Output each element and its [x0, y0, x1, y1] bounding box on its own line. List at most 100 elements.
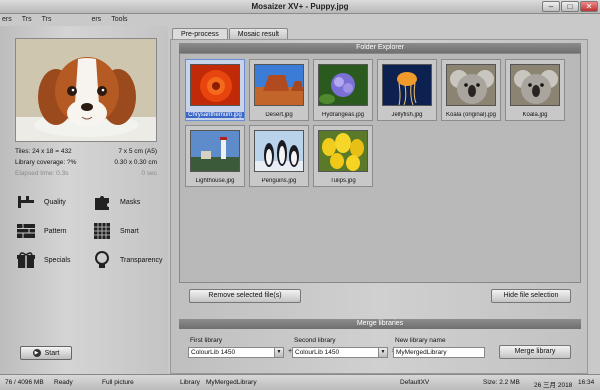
menu-item-3[interactable]: Trs: [42, 14, 52, 26]
title-bar: Mosaizer XV+ - Puppy.jpg – □ ✕: [0, 0, 600, 14]
remove-selected-files-button[interactable]: Remove selected file(s): [189, 289, 301, 303]
quality-icon: [18, 196, 34, 208]
file-label: Chrysanthemum.jpg: [186, 112, 244, 118]
quality-tool[interactable]: Quality: [16, 192, 66, 212]
file-thumb-koala-original[interactable]: Koala (original).jpg: [441, 59, 501, 121]
file-label: Koala (original).jpg: [445, 112, 497, 118]
status-profile: DefaultXV: [400, 379, 430, 386]
puppy-preview-image: [15, 38, 157, 142]
elapsed-value: 0 sec: [141, 170, 157, 177]
menu-item-4[interactable]: ers: [91, 14, 101, 26]
file-label: Jellyfish.jpg: [391, 112, 423, 118]
folder-explorer-title: Folder Explorer: [179, 43, 581, 53]
transparency-label: Transparency: [120, 256, 163, 264]
window-title: Mosaizer XV+ - Puppy.jpg: [251, 2, 349, 11]
elapsed-label: Elapsed time: 0.3s: [15, 170, 69, 177]
merge-library-button[interactable]: Merge library: [499, 345, 571, 359]
file-thumb-jellyfish[interactable]: Jellyfish.jpg: [377, 59, 437, 121]
file-thumb-hydrangeas[interactable]: Hydrangeas.jpg: [313, 59, 373, 121]
pattern-label: Pattern: [44, 227, 67, 235]
second-library-label: Second library: [294, 337, 336, 344]
desert-thumbnail: [254, 64, 304, 106]
lightbulb-icon: [95, 251, 109, 268]
file-label: Tulips.jpg: [330, 178, 356, 184]
minimize-button[interactable]: –: [542, 1, 560, 12]
status-date: 26 三月 2018: [534, 382, 573, 389]
first-library-select[interactable]: ColourLib 1450 ▼: [188, 347, 284, 358]
window-controls: – □ ✕: [542, 1, 598, 12]
pattern-tool[interactable]: Pattern: [16, 221, 67, 241]
merge-libraries-title: Merge libraries: [179, 319, 581, 329]
file-thumb-lighthouse[interactable]: Lighthouse.jpg: [185, 125, 245, 187]
masks-label: Masks: [120, 198, 141, 206]
file-thumb-tulips[interactable]: Tulips.jpg: [313, 125, 373, 187]
tab-pre-process[interactable]: Pre-process: [172, 28, 228, 39]
grid-icon: [94, 223, 110, 239]
status-library-label: Library: [180, 379, 200, 386]
penguins-thumbnail: [254, 130, 304, 172]
file-thumb-desert[interactable]: Desert.jpg: [249, 59, 309, 121]
menu-item-2[interactable]: Trs: [22, 14, 32, 26]
right-panel: Folder Explorer Chrysanthemum.jpg Desert…: [170, 39, 588, 374]
koala-thumbnail: [446, 64, 496, 106]
file-thumb-penguins[interactable]: Penguins.jpg: [249, 125, 309, 187]
brick-pattern-icon: [17, 224, 35, 238]
tulips-thumbnail: [318, 130, 368, 172]
tiles-info: Tiles: 24 x 18 = 432 7 x 5 cm (A5): [15, 148, 157, 155]
hide-file-selection-button[interactable]: Hide file selection: [491, 289, 571, 303]
lighthouse-thumbnail: [190, 130, 240, 172]
library-coverage: Library coverage: ?%: [15, 159, 77, 166]
status-time: 16:34: [578, 379, 595, 386]
file-thumb-koala[interactable]: Koala.jpg: [505, 59, 565, 121]
new-library-name-label: New library name: [395, 337, 446, 344]
first-library-value: ColourLib 1450: [191, 349, 236, 356]
menu-item-tools[interactable]: Tools: [111, 14, 127, 26]
start-button[interactable]: ▶ Start: [20, 346, 72, 360]
new-library-name-input[interactable]: MyMergedLibrary: [393, 347, 485, 358]
coverage-info: Library coverage: ?% 0.30 x 0.30 cm: [15, 159, 157, 166]
status-view: Full picture: [102, 379, 134, 386]
merge-libraries-panel: First library ColourLib 1450 ▼ + Second …: [179, 329, 581, 371]
second-library-value: ColourLib 1450: [295, 349, 340, 356]
file-label: Hydrangeas.jpg: [321, 112, 365, 118]
status-size: Size: 2.2 MB: [483, 379, 520, 386]
tiles-count: Tiles: 24 x 18 = 432: [15, 148, 72, 155]
left-panel: Tiles: 24 x 18 = 432 7 x 5 cm (A5) Libra…: [0, 26, 168, 374]
tiles-size: 7 x 5 cm (A5): [118, 148, 157, 155]
close-button[interactable]: ✕: [580, 1, 598, 12]
second-library-select[interactable]: ColourLib 1450 ▼: [292, 347, 388, 358]
smart-label: Smart: [120, 227, 139, 235]
status-memory: 76 / 4096 MB: [5, 379, 44, 386]
maximize-button[interactable]: □: [561, 1, 579, 12]
view-tabs: Pre-process Mosaic result: [172, 28, 288, 39]
status-bar: 76 / 4096 MB Ready Full picture Library …: [0, 374, 600, 390]
gift-icon: [17, 252, 35, 268]
chevron-down-icon: ▼: [274, 348, 283, 357]
smart-tool[interactable]: Smart: [92, 221, 139, 241]
file-thumb-chrysanthemum[interactable]: Chrysanthemum.jpg: [185, 59, 245, 121]
file-label: Penguins.jpg: [261, 178, 297, 184]
folder-explorer[interactable]: Chrysanthemum.jpg Desert.jpg Hydrangeas.…: [179, 53, 581, 283]
menu-bar: ers Trs Trs ers Tools: [0, 14, 128, 26]
start-label: Start: [44, 349, 60, 357]
transparency-tool[interactable]: Transparency: [92, 250, 163, 270]
tab-mosaic-result[interactable]: Mosaic result: [228, 28, 288, 39]
specials-label: Specials: [44, 256, 71, 264]
masks-tool[interactable]: Masks: [92, 192, 140, 212]
menu-item-1[interactable]: ers: [2, 14, 12, 26]
jellyfish-thumbnail: [382, 64, 432, 106]
file-label: Koala.jpg: [522, 112, 548, 118]
quality-label: Quality: [44, 198, 66, 206]
koala-thumbnail: [510, 64, 560, 106]
puzzle-icon: [95, 196, 109, 210]
status-library-value: MyMergedLibrary: [206, 379, 257, 386]
chrysanthemum-thumbnail: [190, 64, 240, 106]
play-icon: ▶: [32, 349, 41, 357]
specials-tool[interactable]: Specials: [16, 250, 70, 270]
status-state: Ready: [54, 379, 73, 386]
puppy-illustration: [16, 39, 156, 141]
hydrangea-thumbnail: [318, 64, 368, 106]
file-label: Desert.jpg: [265, 112, 293, 118]
tile-cm-size: 0.30 x 0.30 cm: [114, 159, 157, 166]
elapsed-info: Elapsed time: 0.3s 0 sec: [15, 170, 157, 177]
